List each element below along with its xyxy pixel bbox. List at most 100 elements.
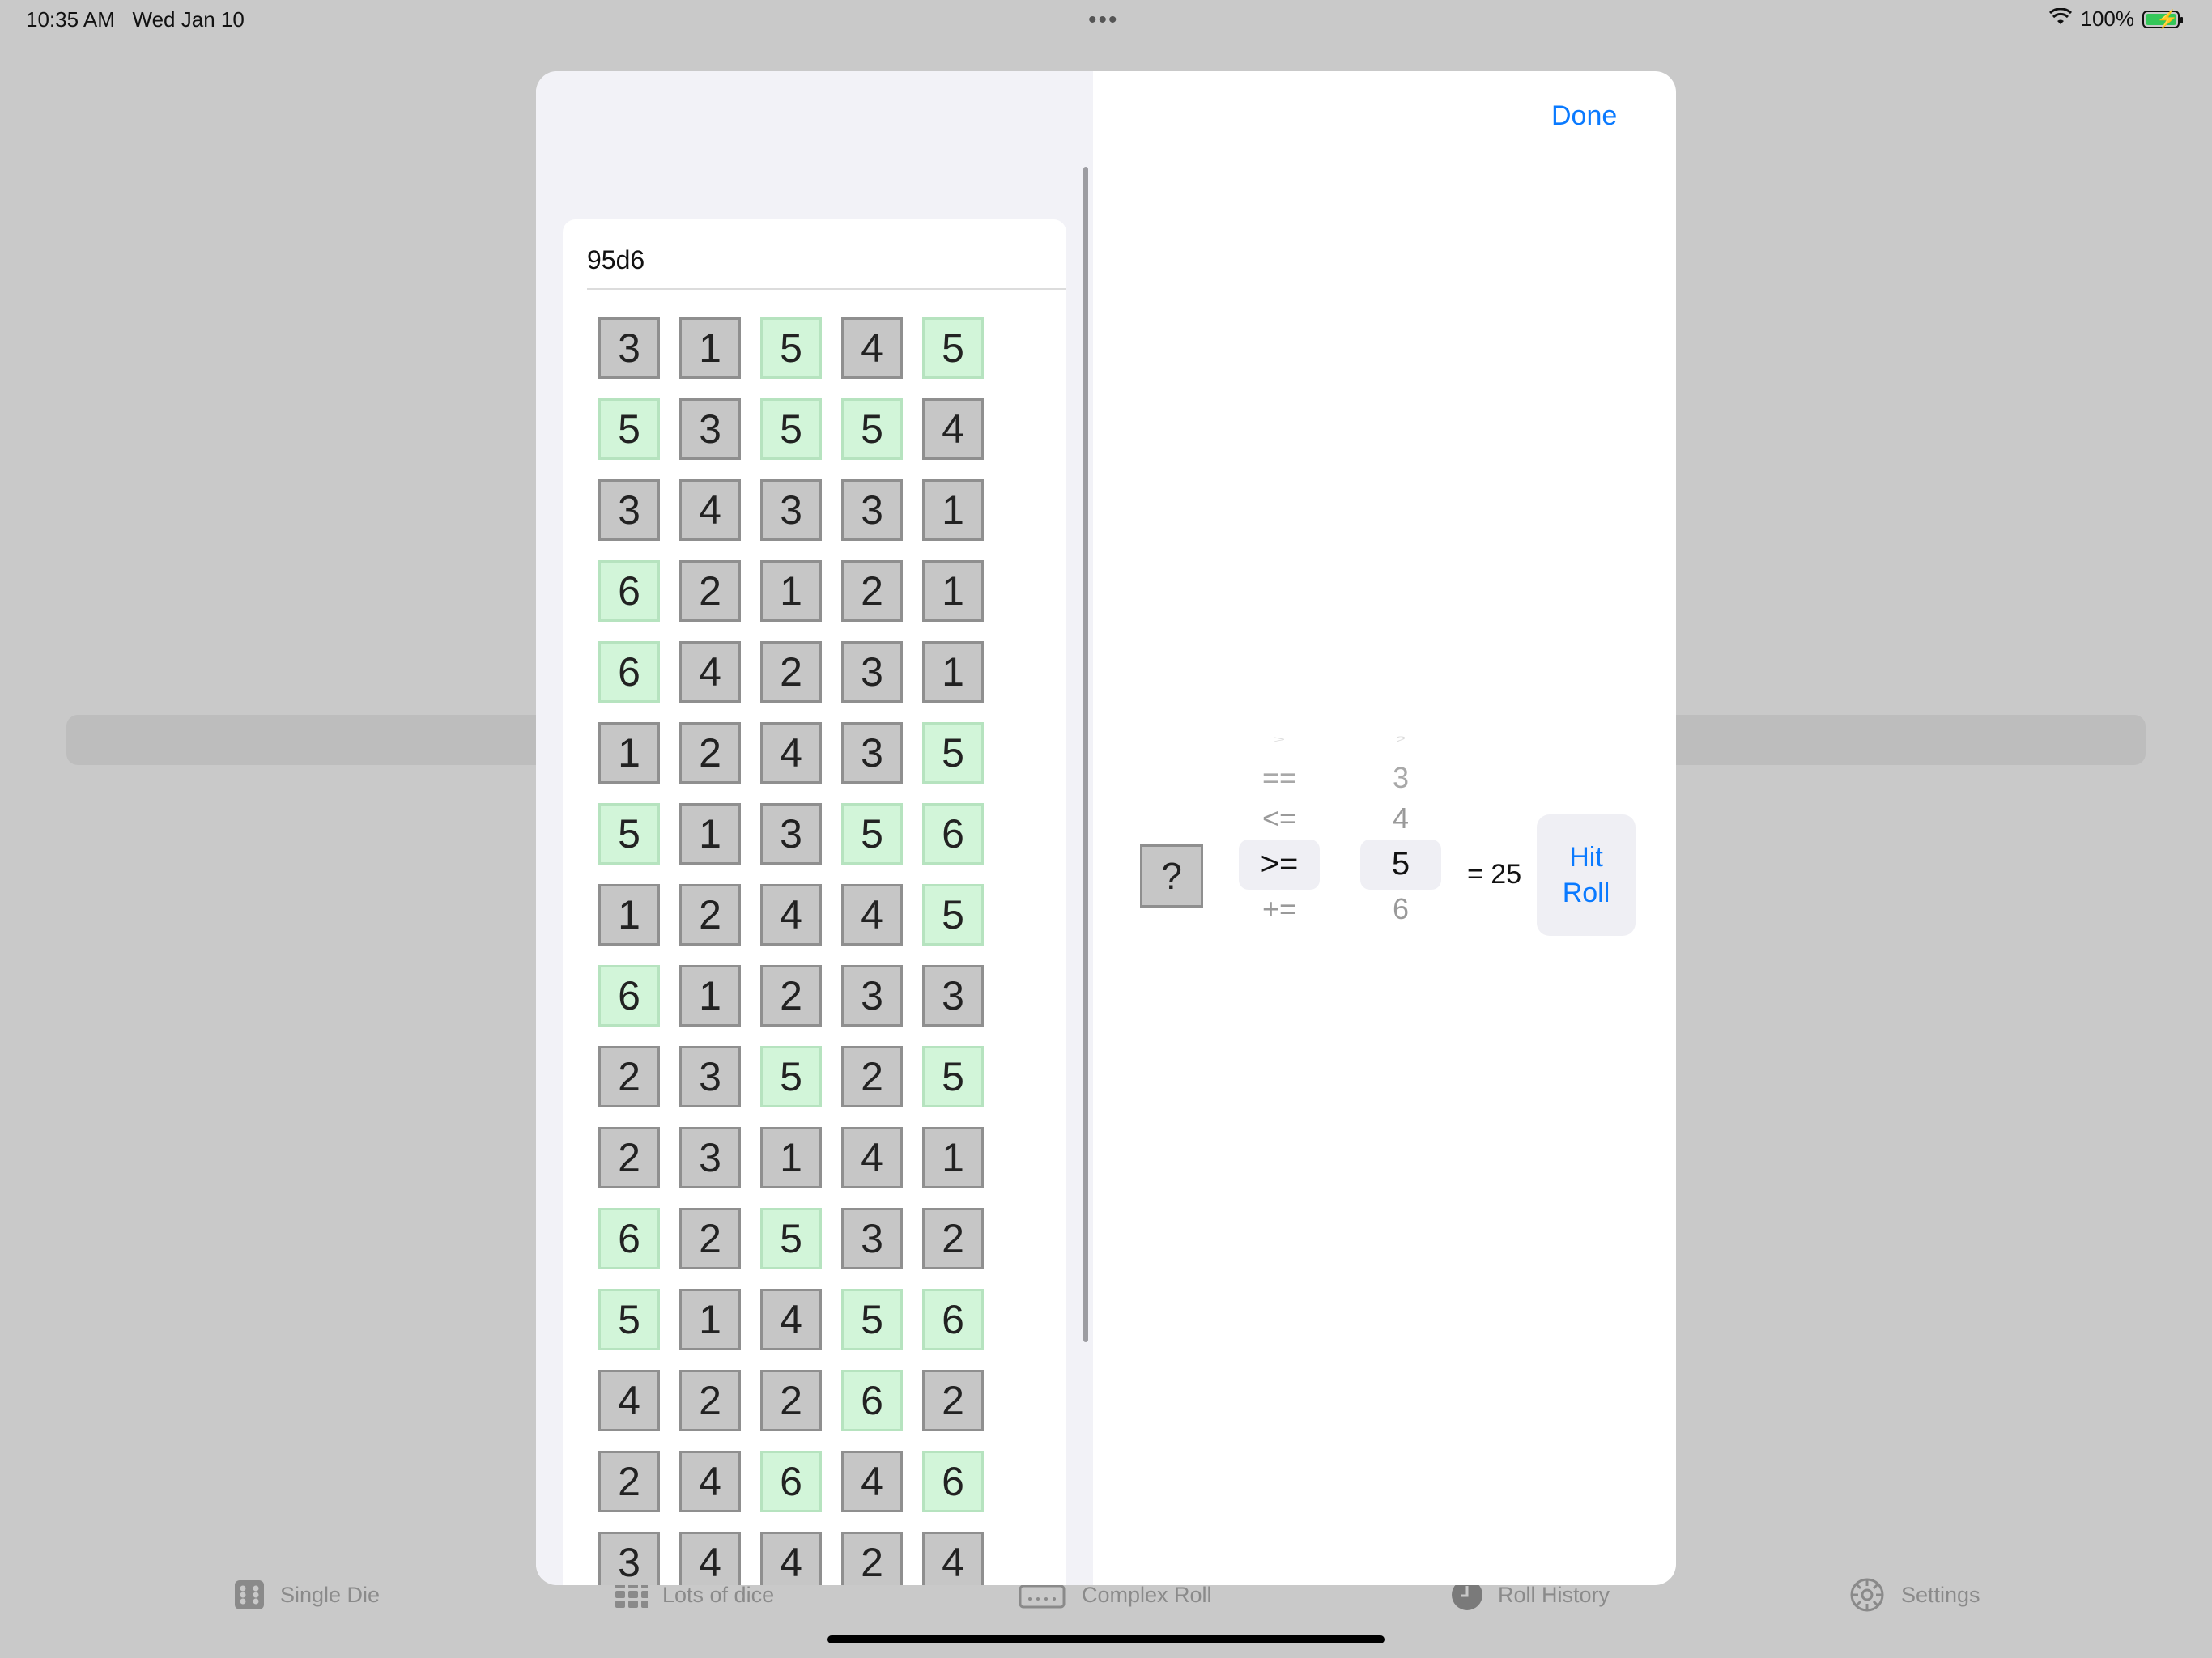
die-result: 3 bbox=[679, 1127, 741, 1188]
die-result: 4 bbox=[922, 1532, 984, 1585]
status-bar: 10:35 AM Wed Jan 10 ••• 100% ⚡ bbox=[0, 0, 2212, 40]
die-result: 2 bbox=[679, 722, 741, 784]
die-result: 6 bbox=[760, 1451, 822, 1512]
multitasking-dots[interactable]: ••• bbox=[1088, 6, 1119, 34]
done-button[interactable]: Done bbox=[1551, 100, 1617, 132]
operator-option[interactable]: += bbox=[1239, 892, 1320, 926]
die-result: 2 bbox=[598, 1046, 660, 1107]
die-result: 2 bbox=[922, 1208, 984, 1269]
die-result: 4 bbox=[760, 722, 822, 784]
die-result: 1 bbox=[922, 641, 984, 703]
die-result: 3 bbox=[841, 479, 903, 541]
die-result: 2 bbox=[922, 1370, 984, 1431]
die-result: 6 bbox=[598, 965, 660, 1027]
die-result: 4 bbox=[598, 1370, 660, 1431]
die-result: 4 bbox=[760, 884, 822, 946]
die-result: 2 bbox=[679, 1208, 741, 1269]
die-result: 3 bbox=[841, 1208, 903, 1269]
home-indicator[interactable] bbox=[827, 1635, 1385, 1643]
dice-list-pane[interactable]: 95d6 31545535543433162121642311243551356… bbox=[536, 71, 1093, 1585]
gear-icon bbox=[1848, 1578, 1887, 1612]
hit-roll-line1: Hit bbox=[1569, 842, 1603, 873]
die-result: 1 bbox=[922, 560, 984, 622]
die-result: 5 bbox=[841, 1289, 903, 1350]
hit-roll-button[interactable]: Hit Roll bbox=[1537, 814, 1636, 936]
status-time: 10:35 AM Wed Jan 10 bbox=[26, 7, 245, 32]
die-result: 5 bbox=[598, 1289, 660, 1350]
die-result: 3 bbox=[598, 479, 660, 541]
battery-percent: 100% bbox=[2080, 6, 2135, 31]
value-picker[interactable]: 2 3 4 5 6 bbox=[1360, 729, 1441, 1028]
die-result: 2 bbox=[679, 1370, 741, 1431]
die-result: 3 bbox=[760, 479, 822, 541]
value-option[interactable]: 4 bbox=[1360, 801, 1441, 835]
tab-settings[interactable]: Settings bbox=[1848, 1571, 1980, 1619]
die-result: 6 bbox=[922, 803, 984, 865]
die-result: 4 bbox=[760, 1532, 822, 1585]
die-result: 2 bbox=[679, 884, 741, 946]
die-result: 5 bbox=[598, 803, 660, 865]
operator-option[interactable]: == bbox=[1239, 761, 1320, 795]
tab-label: Settings bbox=[1901, 1582, 1980, 1607]
die-result: 2 bbox=[841, 560, 903, 622]
die-result: 6 bbox=[922, 1451, 984, 1512]
die-result: 1 bbox=[679, 317, 741, 379]
die-result: 2 bbox=[841, 1046, 903, 1107]
die-result: 6 bbox=[598, 560, 660, 622]
die-result: 3 bbox=[841, 965, 903, 1027]
die-result: 3 bbox=[760, 803, 822, 865]
tab-label: Single Die bbox=[280, 1582, 381, 1607]
die-result: 2 bbox=[598, 1451, 660, 1512]
die-result: 4 bbox=[841, 1127, 903, 1188]
die-result: 1 bbox=[679, 965, 741, 1027]
die-result: 4 bbox=[841, 884, 903, 946]
die-result: 2 bbox=[760, 965, 822, 1027]
die-result: 5 bbox=[922, 317, 984, 379]
die-result: 5 bbox=[760, 398, 822, 460]
scroll-indicator[interactable] bbox=[1083, 167, 1088, 1342]
value-option[interactable]: 3 bbox=[1360, 761, 1441, 795]
die-result: 6 bbox=[841, 1370, 903, 1431]
status-right: 100% ⚡ bbox=[2048, 6, 2183, 32]
die-result: 3 bbox=[922, 965, 984, 1027]
die-result: 5 bbox=[760, 1046, 822, 1107]
die-result: 5 bbox=[922, 1046, 984, 1107]
tab-label: Lots of dice bbox=[662, 1582, 775, 1607]
die-result: 1 bbox=[598, 884, 660, 946]
tab-label: Roll History bbox=[1498, 1582, 1610, 1607]
value-option[interactable]: 6 bbox=[1360, 892, 1441, 926]
die-result: 1 bbox=[760, 560, 822, 622]
hit-count-result: = 25 bbox=[1467, 859, 1522, 890]
die-result: 3 bbox=[841, 722, 903, 784]
die-result: 1 bbox=[679, 1289, 741, 1350]
die-result: 4 bbox=[679, 1532, 741, 1585]
die-result: 5 bbox=[598, 398, 660, 460]
die-result: 1 bbox=[922, 1127, 984, 1188]
roll-title: 95d6 bbox=[587, 245, 645, 274]
die-result: 5 bbox=[922, 884, 984, 946]
die-result: 1 bbox=[679, 803, 741, 865]
die-result: 3 bbox=[598, 1532, 660, 1585]
die-result: 2 bbox=[760, 641, 822, 703]
die-result: 3 bbox=[598, 317, 660, 379]
die-result: 1 bbox=[922, 479, 984, 541]
operator-picker[interactable]: > == <= >= += bbox=[1239, 729, 1320, 1028]
die-result: 4 bbox=[841, 317, 903, 379]
die-result: 4 bbox=[922, 398, 984, 460]
die-result: 1 bbox=[598, 722, 660, 784]
die-result: 4 bbox=[679, 641, 741, 703]
die-result: 5 bbox=[841, 803, 903, 865]
value-option[interactable]: 5 bbox=[1360, 846, 1441, 882]
operator-option[interactable]: > bbox=[1239, 735, 1320, 746]
die-result: 4 bbox=[760, 1289, 822, 1350]
die-result: 6 bbox=[598, 1208, 660, 1269]
die-result: 2 bbox=[598, 1127, 660, 1188]
operator-option[interactable]: >= bbox=[1239, 846, 1320, 882]
battery-icon: ⚡ bbox=[2142, 9, 2183, 29]
die-icon bbox=[233, 1579, 266, 1611]
die-result: 5 bbox=[760, 317, 822, 379]
operator-option[interactable]: <= bbox=[1239, 801, 1320, 835]
value-option[interactable]: 2 bbox=[1360, 735, 1441, 746]
tab-single-die[interactable]: Single Die bbox=[233, 1571, 380, 1619]
die-result: 3 bbox=[841, 641, 903, 703]
